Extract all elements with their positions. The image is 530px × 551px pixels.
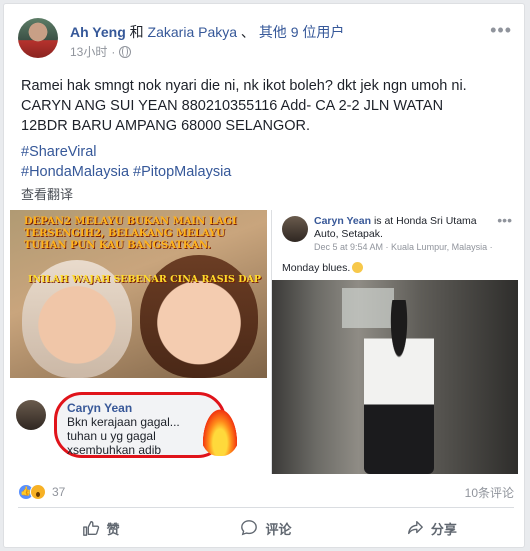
hashtag-honda[interactable]: #HondaMalaysia #PitopMalaysia <box>21 162 516 182</box>
screenshot-meta: Dec 5 at 9:54 AM · Kuala Lumpur, Malaysi… <box>314 242 493 252</box>
post-photos: DEPAN2 MELAYU BUKAN MAIN LAGI TERSENGIH2… <box>10 210 518 474</box>
reactions-summary[interactable]: 👍 37 <box>18 484 65 500</box>
separator-text: 、 <box>240 24 255 40</box>
post-timestamp[interactable]: 13小时 <box>70 43 107 60</box>
meme-overlay-bottom: INILAH WAJAH SEBENAR CINA RASIS DAP <box>28 274 261 285</box>
action-bar: 赞 评论 分享 <box>18 512 514 544</box>
photo-screenshot[interactable]: Caryn Yean is at Honda Sri Utama Auto, S… <box>271 210 518 474</box>
post-text-line: Ramei hak smngt nok nyari die ni, nk iko… <box>21 78 467 94</box>
connector-text: 和 <box>129 24 144 40</box>
meme-overlay-top: DEPAN2 MELAYU BUKAN MAIN LAGI TERSENGIH2… <box>24 216 237 251</box>
post-text-line: 12BDR BARU AMPANG 68000 SELANGOR. <box>21 118 311 134</box>
post-authors: Ah Yeng 和 Zakaria Pakya 、 其他 9 位用户 <box>70 22 344 42</box>
person-figure <box>364 300 434 474</box>
comment-line: xsembuhkan adib <box>67 443 162 457</box>
post-meta: 13小时 · <box>70 43 132 60</box>
commenter-name: Caryn Yean <box>67 401 133 415</box>
like-button[interactable]: 赞 <box>18 512 183 544</box>
thumbs-up-icon <box>82 521 99 536</box>
comments-count-link[interactable]: 10条评论 <box>465 484 514 501</box>
post-card: Ah Yeng 和 Zakaria Pakya 、 其他 9 位用户 13小时 … <box>3 3 525 548</box>
author-avatar[interactable] <box>18 18 58 58</box>
hashtag-share-viral[interactable]: #ShareViral <box>21 142 516 162</box>
comment-icon <box>241 520 258 536</box>
post-header: Ah Yeng 和 Zakaria Pakya 、 其他 9 位用户 13小时 … <box>18 18 518 66</box>
comment-line: tuhan u yg gagal <box>67 429 156 443</box>
reaction-count: 37 <box>52 485 66 499</box>
author-name-link[interactable]: Ah Yeng <box>70 24 126 40</box>
photo-meme[interactable]: DEPAN2 MELAYU BUKAN MAIN LAGI TERSENGIH2… <box>10 210 267 474</box>
globe-icon <box>119 45 132 58</box>
wow-reaction-icon <box>30 484 46 500</box>
fire-icon <box>200 404 240 456</box>
others-link[interactable]: 其他 9 位用户 <box>259 24 345 40</box>
post-text-line: CARYN ANG SUI YEAN 880210355116 Add- CA … <box>21 98 444 114</box>
comment-button[interactable]: 评论 <box>183 512 348 544</box>
screenshot-name: Caryn Yean <box>314 215 372 227</box>
screenshot-comment: Caryn Yean Bkn kerajaan gagal... tuhan u… <box>10 378 267 474</box>
post-body: Ramei hak smngt nok nyari die ni, nk iko… <box>21 76 516 182</box>
divider <box>18 507 514 508</box>
post-stats: 👍 37 10条评论 <box>18 482 514 502</box>
screenshot-header: Caryn Yean is at Honda Sri Utama Auto, S… <box>314 215 489 241</box>
comment-line: Bkn kerajaan gagal... <box>67 415 180 429</box>
screenshot-status: Monday blues. <box>282 262 364 274</box>
tagged-user-link[interactable]: Zakaria Pakya <box>148 24 237 40</box>
smile-icon <box>352 262 364 273</box>
ellipsis-icon: ••• <box>497 212 512 228</box>
ellipsis-icon[interactable]: ••• <box>490 20 512 41</box>
elevator-selfie <box>272 280 518 474</box>
screenshot-avatar <box>282 216 308 242</box>
see-translation-link[interactable]: 查看翻译 <box>21 184 73 203</box>
commenter-avatar <box>16 400 46 430</box>
share-button[interactable]: 分享 <box>349 512 514 544</box>
share-icon <box>407 521 423 535</box>
selfie-image: DEPAN2 MELAYU BUKAN MAIN LAGI TERSENGIH2… <box>10 210 267 378</box>
meta-dot: · <box>111 44 116 59</box>
